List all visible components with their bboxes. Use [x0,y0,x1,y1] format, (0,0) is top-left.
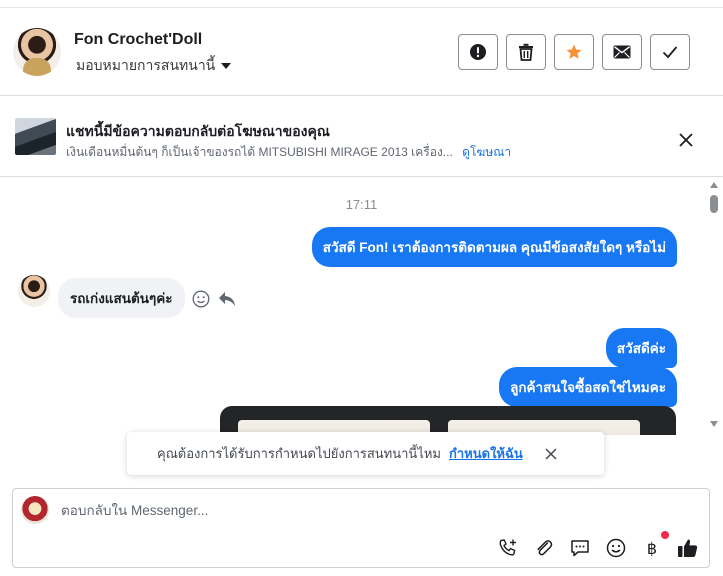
smiley-icon [192,290,210,308]
baht-icon: ฿ [646,538,658,558]
contact-name[interactable]: Fon Crochet'Doll [74,31,202,49]
ad-description: เงินเดือนหมื่นต้นๆ ก็เป็นเจ้าของรถได้ MI… [66,145,453,159]
mark-spam-button[interactable] [458,34,498,70]
outgoing-message[interactable]: ลูกค้าสนใจซื้อสดใช่ไหมคะ [499,367,677,407]
payment-button[interactable]: ฿ [641,531,669,559]
reply-arrow-icon [219,292,235,306]
header-actions [458,34,690,70]
check-icon [662,46,678,59]
message-timestamp: 17:11 [345,197,378,212]
trash-icon [519,43,533,61]
customer-avatar[interactable] [18,275,50,307]
composer-toolbar: ฿ [497,531,699,559]
assign-to-me-link[interactable]: กำหนดให้ฉัน [449,443,523,464]
close-icon [545,447,557,460]
delete-button[interactable] [506,34,546,70]
page-avatar [21,496,49,524]
reply-button[interactable] [217,289,237,309]
notification-dot [661,531,669,539]
star-icon [566,44,582,59]
star-button[interactable] [554,34,594,70]
message-actions [191,289,237,309]
conversation-header: Fon Crochet'Doll มอบหมายการสนทนานี้ [0,8,723,96]
smiley-icon [606,538,626,558]
thread-scrollbar[interactable] [707,178,721,435]
assign-prompt-text: คุณต้องการได้รับการกำหนดไปยังการสนทนานี้… [157,446,441,461]
close-icon [679,133,693,147]
send-like-button[interactable] [677,537,699,559]
attach-file-button[interactable] [533,537,555,559]
outgoing-media-message[interactable] [220,406,676,435]
call-button[interactable] [497,537,519,559]
paperclip-icon [537,540,553,556]
chat-bubble-icon [571,540,589,557]
saved-replies-button[interactable] [569,537,591,559]
emoji-button[interactable] [605,537,627,559]
reply-composer: ฿ [12,488,710,568]
assign-prompt-toast: คุณต้องการได้รับการกำหนดไปยังการสนทนานี้… [127,432,604,475]
envelope-icon [613,45,631,59]
contact-avatar[interactable] [13,28,61,76]
assign-label: มอบหมายการสนทนานี้ [76,57,216,73]
exclamation-circle-icon [470,44,486,60]
mark-unread-button[interactable] [602,34,642,70]
scroll-thumb[interactable] [710,195,718,213]
phone-plus-icon [499,539,516,556]
reply-input[interactable] [61,503,621,518]
view-ad-link[interactable]: ดูโฆษณา [462,145,511,159]
scroll-up-arrow[interactable] [710,182,718,188]
ad-banner-subtitle: เงินเดือนหมื่นต้นๆ ก็เป็นเจ้าของรถได้ MI… [66,143,511,162]
incoming-message[interactable]: รถเก่งแสนต้นๆค่ะ [58,278,185,318]
ad-banner-title: แชทนี้มีข้อความตอบกลับต่อโฆษณาของคุณ [66,123,330,139]
outgoing-message[interactable]: สวัสดี Fon! เราต้องการติดตามผล คุณมีข้อส… [311,227,677,267]
close-ad-banner-button[interactable] [676,130,696,150]
dismiss-toast-button[interactable] [543,446,559,462]
assign-conversation-dropdown[interactable]: มอบหมายการสนทนานี้ [76,55,232,77]
react-button[interactable] [191,289,211,309]
window-top-edge [0,0,723,8]
scroll-down-arrow[interactable] [710,421,718,427]
ad-thumbnail[interactable] [15,118,56,155]
caret-down-icon [221,63,232,69]
thumbs-up-icon [678,539,698,557]
message-thread[interactable]: 17:11 สวัสดี Fon! เราต้องการติดตามผล คุณ… [0,178,723,435]
mark-done-button[interactable] [650,34,690,70]
ad-reply-banner: แชทนี้มีข้อความตอบกลับต่อโฆษณาของคุณ เงิ… [0,97,723,177]
outgoing-message[interactable]: สวัสดีค่ะ [605,328,677,368]
